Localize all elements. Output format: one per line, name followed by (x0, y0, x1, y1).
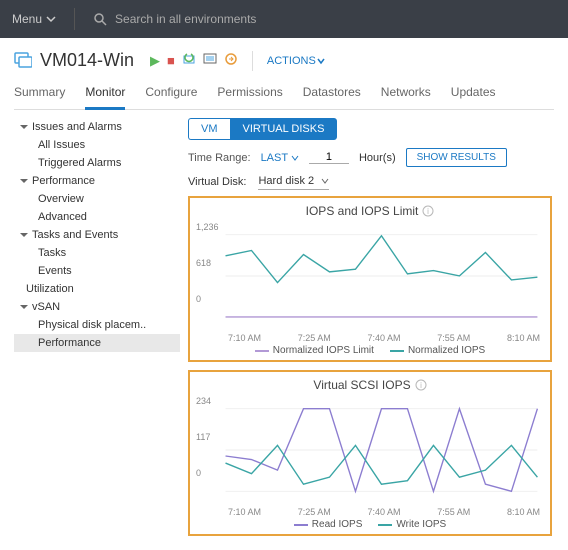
menu-label: Menu (12, 12, 42, 26)
search-placeholder: Search in all environments (115, 12, 256, 26)
sidebar-group-issues[interactable]: Issues and Alarms (14, 118, 180, 136)
chevron-down-icon (321, 177, 329, 185)
sidebar-group-vsan[interactable]: vSAN (14, 298, 180, 316)
sidebar-item-triggered-alarms[interactable]: Triggered Alarms (14, 154, 180, 172)
caret-down-icon (20, 231, 28, 239)
hours-unit: Hour(s) (359, 152, 396, 164)
actions-menu[interactable]: ACTIONS (267, 55, 326, 67)
tab-permissions[interactable]: Permissions (217, 79, 282, 109)
chevron-down-icon (291, 154, 299, 162)
svg-text:i: i (427, 207, 429, 216)
x-axis-labels: 7:10 AM7:25 AM7:40 AM7:55 AM8:10 AM (198, 507, 542, 517)
main-tabs: Summary Monitor Configure Permissions Da… (14, 79, 554, 110)
tab-networks[interactable]: Networks (381, 79, 431, 109)
sidebar-item-all-issues[interactable]: All Issues (14, 136, 180, 154)
caret-down-icon (20, 123, 28, 131)
chart-plot (198, 396, 542, 504)
chart-legend: Normalized IOPS Limit Normalized IOPS (198, 345, 542, 356)
chart-legend: Read IOPS Write IOPS (198, 519, 542, 530)
search-icon (93, 12, 107, 26)
caret-down-icon (20, 177, 28, 185)
tab-updates[interactable]: Updates (451, 79, 496, 109)
chart-title: IOPS and IOPS Limit i (198, 204, 542, 218)
chart-0: IOPS and IOPS Limit i 1,2366180 7:10 AM7:2… (188, 196, 552, 362)
legend-item: Normalized IOPS (390, 345, 485, 356)
svg-text:i: i (420, 381, 422, 390)
legend-item: Read IOPS (294, 519, 363, 530)
sidebar-item-vsan-performance[interactable]: Performance (14, 334, 180, 352)
vm-icon (14, 50, 32, 71)
play-icon[interactable]: ▶ (150, 53, 160, 69)
chart-1: Virtual SCSI IOPS i 2341170 7:10 AM7:25 AM… (188, 370, 552, 536)
seg-tab-virtual-disks[interactable]: VIRTUAL DISKS (230, 118, 338, 140)
sidebar-item-physical-disk[interactable]: Physical disk placem.. (14, 316, 180, 334)
search-input[interactable]: Search in all environments (93, 12, 256, 26)
legend-item: Write IOPS (378, 519, 446, 530)
sidebar-item-overview[interactable]: Overview (14, 190, 180, 208)
chevron-down-icon (46, 14, 56, 24)
sidebar-item-advanced[interactable]: Advanced (14, 208, 180, 226)
info-icon[interactable]: i (422, 205, 434, 217)
chart-title: Virtual SCSI IOPS i (198, 378, 542, 392)
seg-tab-vm[interactable]: VM (188, 118, 230, 140)
sidebar-item-events[interactable]: Events (14, 262, 180, 280)
hours-input[interactable] (309, 151, 349, 164)
time-range-label: Time Range: (188, 152, 251, 164)
last-dropdown[interactable]: LAST (261, 152, 299, 164)
tab-datastores[interactable]: Datastores (303, 79, 361, 109)
sidebar-group-tasks[interactable]: Tasks and Events (14, 226, 180, 244)
sidebar: Issues and Alarms All Issues Triggered A… (14, 110, 180, 544)
page-title: VM014-Win (40, 50, 134, 71)
x-axis-labels: 7:10 AM7:25 AM7:40 AM7:55 AM8:10 AM (198, 333, 542, 343)
tab-configure[interactable]: Configure (145, 79, 197, 109)
sidebar-group-performance[interactable]: Performance (14, 172, 180, 190)
show-results-button[interactable]: SHOW RESULTS (406, 148, 507, 167)
sidebar-item-utilization[interactable]: Utilization (14, 280, 180, 298)
stop-icon[interactable]: ■ (167, 53, 175, 68)
tab-summary[interactable]: Summary (14, 79, 65, 109)
virtual-disk-label: Virtual Disk: (188, 176, 246, 188)
virtual-disk-select[interactable]: Hard disk 2 (258, 173, 329, 190)
info-icon[interactable]: i (415, 379, 427, 391)
menu-button[interactable]: Menu (12, 12, 56, 26)
migrate-icon[interactable] (224, 52, 238, 69)
caret-down-icon (20, 303, 28, 311)
chevron-down-icon (316, 56, 326, 66)
chart-plot (198, 222, 542, 330)
restart-icon[interactable] (182, 52, 196, 69)
legend-item: Normalized IOPS Limit (255, 345, 374, 356)
y-axis-labels: 1,2366180 (196, 222, 219, 330)
tab-monitor[interactable]: Monitor (85, 79, 125, 110)
y-axis-labels: 2341170 (196, 396, 211, 504)
sidebar-item-tasks[interactable]: Tasks (14, 244, 180, 262)
console-icon[interactable] (203, 52, 217, 69)
